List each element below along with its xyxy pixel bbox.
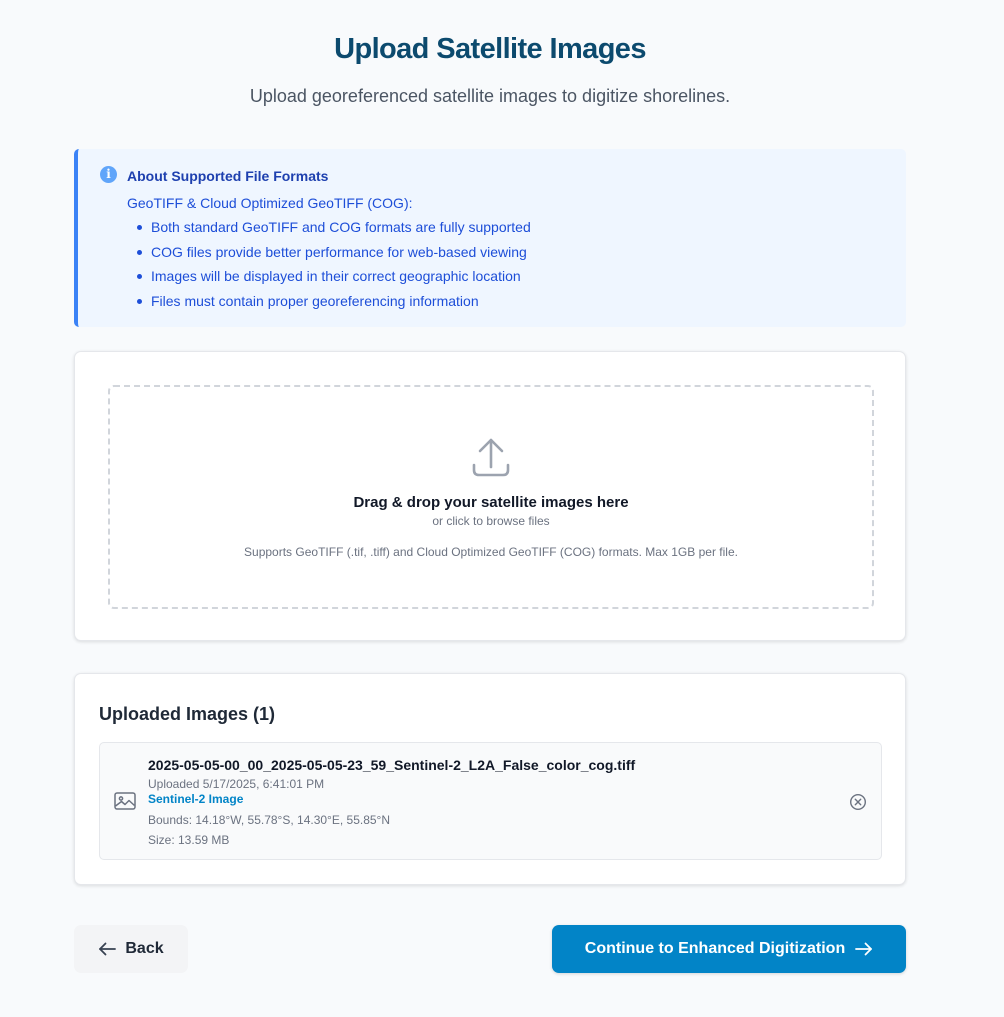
file-bounds: Bounds: 14.18°W, 55.78°S, 14.30°E, 55.85… <box>148 813 391 827</box>
info-list: Both standard GeoTIFF and COG formats ar… <box>135 219 531 317</box>
page-title: Upload Satellite Images <box>334 33 646 65</box>
file-upload-date: Uploaded 5/17/2025, 6:41:01 PM <box>148 777 325 791</box>
info-list-item: Images will be displayed in their correc… <box>135 268 531 293</box>
info-list-item: COG files provide better performance for… <box>135 244 531 269</box>
info-list-item: Both standard GeoTIFF and COG formats ar… <box>135 219 531 244</box>
dropzone-subtitle: or click to browse files <box>432 514 550 528</box>
info-list-item: Files must contain proper georeferencing… <box>135 293 531 318</box>
dropzone-format-note: Supports GeoTIFF (.tif, .tiff) and Cloud… <box>244 545 738 559</box>
uploaded-images-title: Uploaded Images (1) <box>99 704 276 724</box>
info-icon: i <box>100 166 117 183</box>
dropzone-title: Drag & drop your satellite images here <box>353 494 629 511</box>
file-size: Size: 13.59 MB <box>148 833 230 847</box>
arrow-right-icon <box>855 942 873 956</box>
file-item: 2025-05-05-00_00_2025-05-05-23_59_Sentin… <box>99 742 882 860</box>
upload-card: Drag & drop your satellite images here o… <box>74 351 906 641</box>
dropzone[interactable]: Drag & drop your satellite images here o… <box>108 385 874 609</box>
arrow-left-icon <box>99 942 117 956</box>
file-name: 2025-05-05-00_00_2025-05-05-23_59_Sentin… <box>148 757 636 773</box>
back-button-label: Back <box>125 940 164 957</box>
info-box: i About Supported File Formats GeoTIFF &… <box>74 149 906 327</box>
info-subheading: GeoTIFF & Cloud Optimized GeoTIFF (COG): <box>127 195 413 211</box>
upload-icon <box>472 438 510 477</box>
page-subtitle: Upload georeferenced satellite images to… <box>249 86 731 106</box>
remove-file-icon[interactable] <box>849 793 867 811</box>
back-button[interactable]: Back <box>74 925 188 973</box>
continue-button-label: Continue to Enhanced Digitization <box>584 940 846 957</box>
continue-button[interactable]: Continue to Enhanced Digitization <box>552 925 906 973</box>
file-type-label: Sentinel-2 Image <box>148 792 244 806</box>
info-heading: About Supported File Formats <box>127 168 329 184</box>
image-icon <box>114 792 136 810</box>
uploaded-images-card: Uploaded Images (1) 2025-05-05-00_00_202… <box>74 673 906 885</box>
